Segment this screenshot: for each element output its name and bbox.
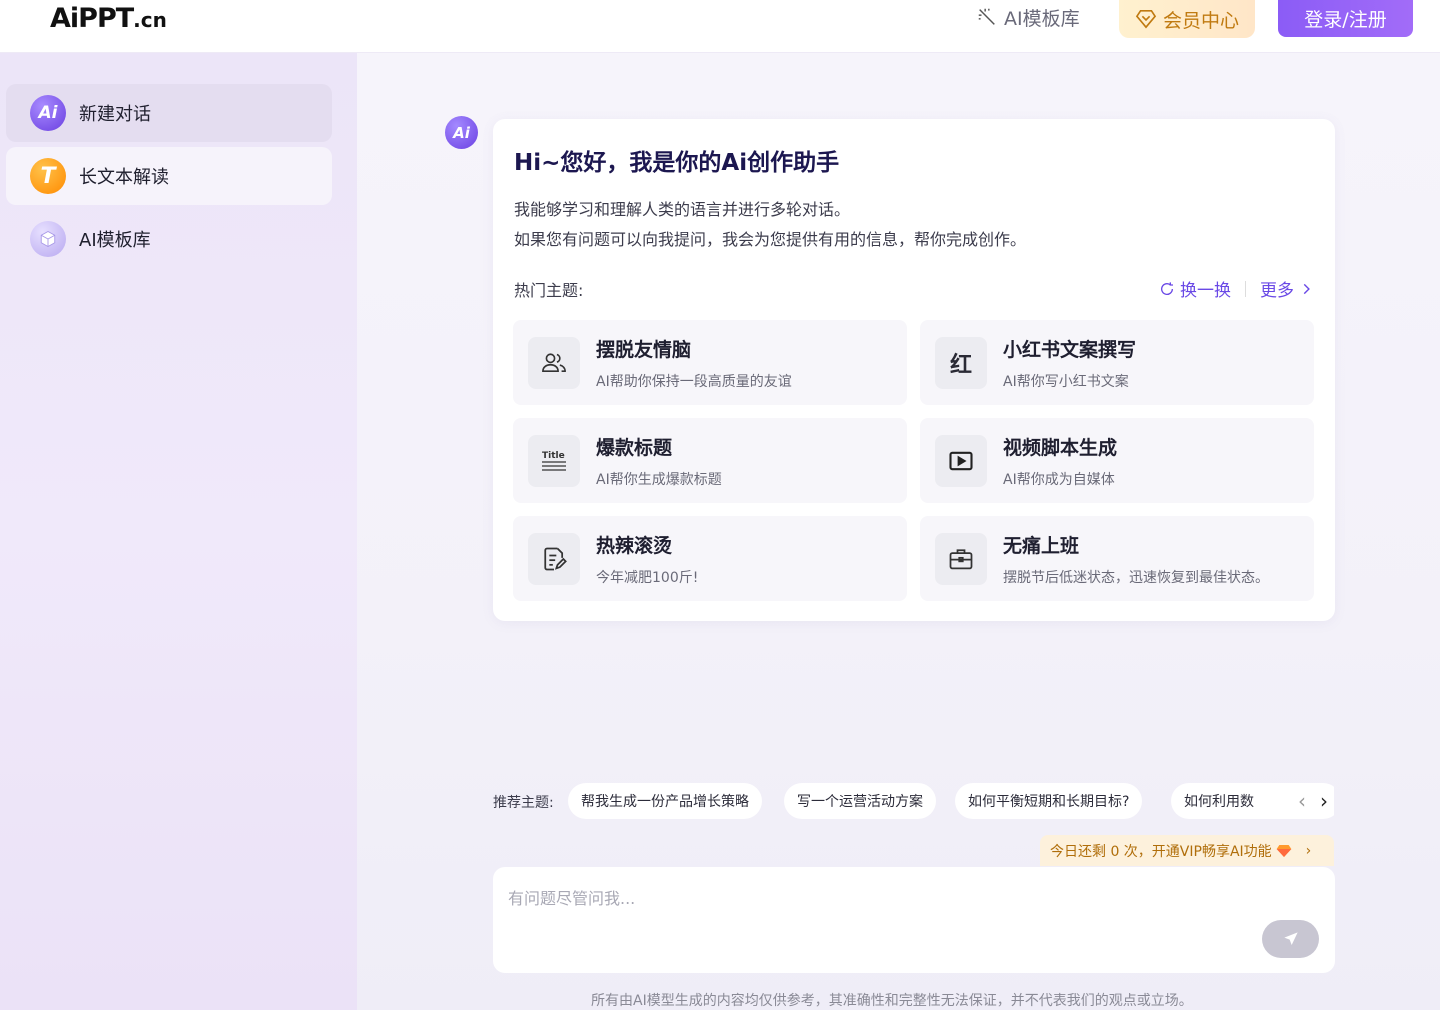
topic-subtitle: 今年减肥100斤! [596, 570, 699, 586]
sidebar-item-label: 新建对话 [79, 104, 151, 125]
vip-center-label: 会员中心 [1162, 9, 1239, 32]
sidebar: Ai 新建对话 T 长文本解读 AI模板库 [0, 53, 357, 1010]
logo[interactable]: AiPPT.cn [50, 3, 167, 34]
topic-title: 摆脱友情脑 [596, 339, 692, 361]
logo-main: AiPPT [50, 3, 134, 34]
topic-subtitle: AI帮助你保持一段高质量的友谊 [596, 374, 792, 390]
recommend-nav: ‹ › [1262, 783, 1334, 819]
topic-title: 热辣滚烫 [596, 535, 673, 557]
top-header: AiPPT.cn AI模板库 会员中心 登录/注册 [0, 0, 1440, 53]
sidebar-item-new-chat[interactable]: Ai 新建对话 [6, 84, 332, 142]
chevron-left-icon[interactable]: ‹ [1298, 789, 1306, 813]
recommend-chip[interactable]: 写一个运营活动方案 [784, 783, 936, 819]
welcome-desc-line: 如果您有问题可以向我提问，我会为您提供有用的信息，帮你完成创作。 [514, 230, 1027, 249]
topic-title: 视频脚本生成 [1003, 437, 1118, 459]
hot-topics-actions: 换一换 更多 [1159, 276, 1313, 301]
sidebar-item-long-text[interactable]: T 长文本解读 [6, 147, 332, 205]
diamond-icon [1276, 844, 1292, 857]
title-icon-text: Title [542, 451, 565, 461]
assistant-avatar: Ai [445, 116, 478, 149]
send-icon [1283, 932, 1298, 945]
briefcase-icon [935, 533, 987, 585]
recommend-chips: 帮我生成一份产品增长策略 写一个运营活动方案 如何平衡短期和长期目标? 如何利用… [568, 783, 1334, 819]
shuffle-button[interactable]: 换一换 [1159, 276, 1231, 301]
hong-icon: 红 [935, 337, 987, 389]
topic-subtitle: AI帮你写小红书文案 [1003, 374, 1129, 390]
magic-wand-icon [978, 8, 995, 25]
welcome-card: Hi~您好，我是你的Ai创作助手 我能够学习和理解人类的语言并进行多轮对话。 如… [493, 119, 1335, 621]
vip-center-button[interactable]: 会员中心 [1119, 0, 1255, 38]
chevron-right-icon[interactable]: › [1320, 789, 1328, 813]
title-icon: Title [528, 435, 580, 487]
recommend-label: 推荐主题: [493, 795, 554, 811]
topic-title: 小红书文案撰写 [1003, 339, 1137, 361]
document-edit-icon [528, 533, 580, 585]
people-icon [528, 337, 580, 389]
nav-templates-label: AI模板库 [1004, 7, 1080, 30]
video-icon [935, 435, 987, 487]
diamond-icon [1135, 10, 1157, 29]
send-button[interactable] [1262, 920, 1319, 958]
topic-tile[interactable]: Title 爆款标题 AI帮你生成爆款标题 [513, 418, 907, 503]
ai-chat-icon: Ai [30, 95, 66, 131]
chat-input-box [493, 867, 1335, 973]
topic-subtitle: 摆脱节后低迷状态，迅速恢复到最佳状态。 [1003, 570, 1269, 586]
recommend-chip[interactable]: 如何平衡短期和长期目标? [955, 783, 1143, 819]
disclaimer-text: 所有由AI模型生成的内容均仅供参考，其准确性和完整性无法保证，并不代表我们的观点… [591, 993, 1193, 1009]
topic-subtitle: AI帮你成为自媒体 [1003, 472, 1115, 488]
divider [1245, 280, 1246, 297]
chevron-right-icon [1303, 283, 1310, 294]
welcome-description: 我能够学习和理解人类的语言并进行多轮对话。 如果您有问题可以向我提问，我会为您提… [514, 195, 1026, 255]
sidebar-item-templates[interactable]: AI模板库 [6, 210, 332, 268]
quota-text: 今日还剩 0 次，开通VIP畅享AI功能 [1050, 843, 1272, 860]
nav-templates-link[interactable]: AI模板库 [976, 3, 1080, 31]
t-letter-icon: T [30, 158, 66, 194]
welcome-desc-line: 我能够学习和理解人类的语言并进行多轮对话。 [514, 200, 851, 219]
chat-input[interactable] [508, 885, 1208, 925]
topic-title: 无痛上班 [1003, 535, 1080, 557]
welcome-title: Hi~您好，我是你的Ai创作助手 [514, 150, 840, 176]
topic-subtitle: AI帮你生成爆款标题 [596, 472, 722, 488]
topic-tile[interactable]: 热辣滚烫 今年减肥100斤! [513, 516, 907, 601]
topic-tile[interactable]: 红 小红书文案撰写 AI帮你写小红书文案 [920, 320, 1314, 405]
more-button[interactable]: 更多 [1260, 276, 1313, 301]
shuffle-label: 换一换 [1180, 281, 1231, 301]
refresh-icon [1161, 281, 1174, 295]
topic-tile[interactable]: 视频脚本生成 AI帮你成为自媒体 [920, 418, 1314, 503]
logo-cn: .cn [133, 8, 167, 32]
more-label: 更多 [1260, 281, 1294, 301]
topic-tile[interactable]: 无痛上班 摆脱节后低迷状态，迅速恢复到最佳状态。 [920, 516, 1314, 601]
chevron-right-icon: › [1305, 842, 1312, 859]
sidebar-item-label: AI模板库 [79, 230, 151, 251]
quota-banner[interactable]: 今日还剩 0 次，开通VIP畅享AI功能 › [1040, 835, 1334, 866]
topic-tile[interactable]: 摆脱友情脑 AI帮助你保持一段高质量的友谊 [513, 320, 907, 405]
sidebar-item-label: 长文本解读 [79, 167, 169, 188]
hong-glyph: 红 [949, 352, 972, 378]
hot-topics-label: 热门主题: [514, 281, 584, 300]
login-register-button[interactable]: 登录/注册 [1278, 0, 1413, 37]
recommend-chip[interactable]: 帮我生成一份产品增长策略 [568, 783, 762, 819]
box-icon [30, 221, 66, 257]
topic-title: 爆款标题 [596, 437, 673, 459]
